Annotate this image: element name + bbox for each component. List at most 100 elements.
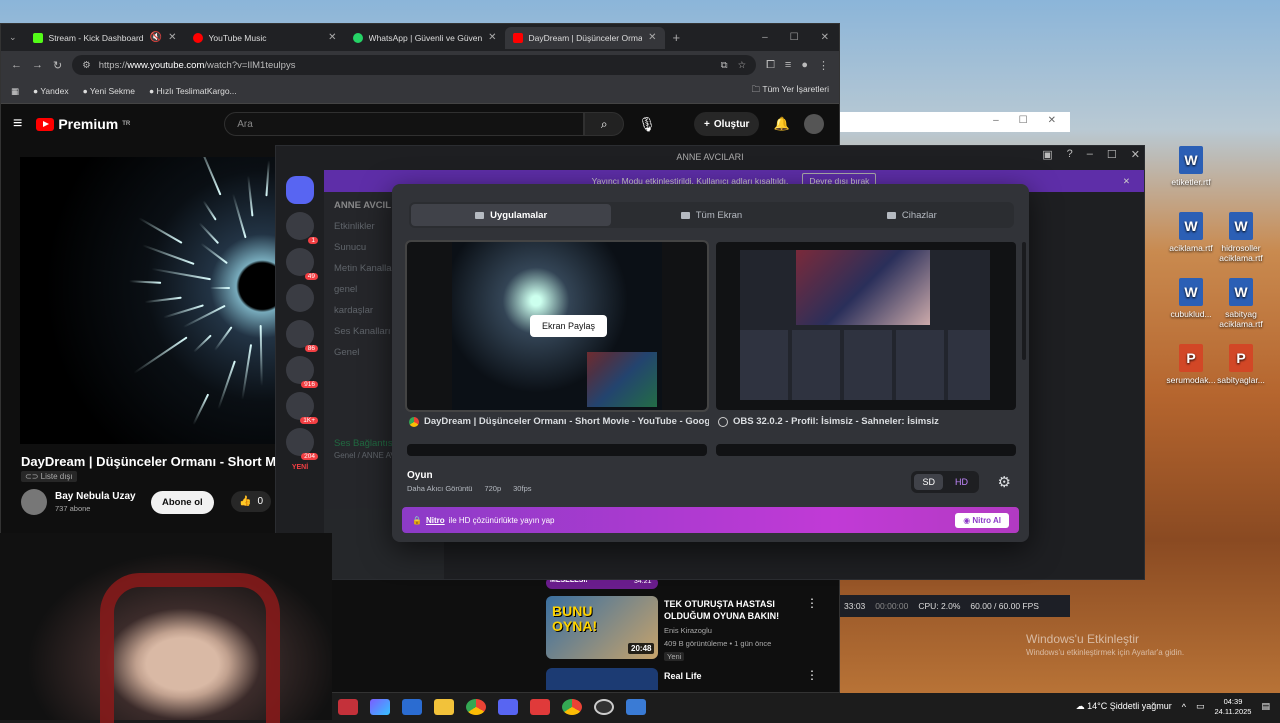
extensions-icon[interactable]: ⧠ — [766, 59, 775, 72]
chrome-icon[interactable] — [562, 698, 582, 715]
install-icon[interactable]: ⧉ — [721, 60, 728, 71]
tab-applications[interactable]: Uygulamalar — [411, 204, 612, 226]
all-bookmarks[interactable]: 🗀 Tüm Yer İşaretleri — [752, 84, 829, 98]
media-control-icon[interactable]: ≡ — [785, 59, 791, 71]
browser-tab[interactable]: Stream - Kick Dashboard 🔇 ✕ — [25, 27, 185, 49]
more-options-icon[interactable]: ⋮ — [806, 668, 818, 682]
file-explorer-icon[interactable] — [434, 698, 454, 715]
channel-name[interactable]: Bay Nebula Uzay — [55, 491, 136, 502]
window-thumbnail-chrome[interactable]: Ekran Paylaş — [405, 240, 709, 412]
server-icon[interactable]: 1 — [286, 212, 318, 244]
like-button[interactable]: 👍 0 — [231, 491, 272, 512]
server-icon[interactable]: 49 — [286, 248, 318, 280]
close-tab-icon[interactable]: ✕ — [328, 32, 336, 43]
server-icon[interactable]: 1K+ — [286, 392, 318, 424]
recommendation-title[interactable]: TEK OTURUŞTA HASTASI OLDUĞUM OYUNA BAKIN… — [664, 598, 804, 622]
hd-option[interactable]: HD — [947, 474, 976, 490]
close-tab-icon[interactable]: ✕ — [168, 32, 176, 43]
close-banner-icon[interactable]: ✕ — [1123, 176, 1130, 187]
desktop-file-icon[interactable]: Wetiketler.rtf — [1162, 146, 1220, 187]
browser-tab[interactable]: YouTube Music ✕ — [185, 27, 345, 49]
close-icon: ✕ — [1047, 115, 1056, 126]
bookmark-item[interactable]: ● Yeni Sekme — [83, 86, 135, 96]
search-input[interactable]: Ara — [224, 112, 585, 136]
menu-icon[interactable]: ⋮ — [818, 59, 829, 72]
recommendation-channel[interactable]: Enis Kirazoglu — [664, 626, 712, 635]
hamburger-menu-icon[interactable]: ≡ — [13, 115, 22, 133]
notifications-icon[interactable]: ▤ — [1261, 701, 1270, 712]
recommendation-title[interactable]: Real Life — [664, 670, 804, 682]
server-icon[interactable]: 916 — [286, 356, 318, 388]
site-info-icon[interactable]: ⚙ — [82, 60, 91, 71]
server-icon[interactable] — [286, 284, 314, 312]
window-thumbnail-obs[interactable] — [716, 242, 1016, 410]
share-screen-button[interactable]: Ekran Paylaş — [530, 315, 608, 337]
apps-icon[interactable]: ▦ — [11, 86, 19, 97]
more-options-icon[interactable]: ⋮ — [806, 596, 818, 610]
close-window-icon[interactable]: ✕ — [821, 32, 829, 43]
minimize-icon[interactable]: – — [1087, 148, 1093, 161]
close-icon[interactable]: ✕ — [1131, 148, 1140, 161]
mic-icon[interactable]: 🎙 — [638, 116, 656, 133]
youtube-premium-logo[interactable]: Premium TR — [36, 116, 130, 132]
weather-widget[interactable]: ☁ 14°C Şiddetli yağmur — [1076, 701, 1172, 712]
thumbnails-scrollbar[interactable] — [1022, 242, 1026, 360]
inbox-icon[interactable]: ▣ — [1042, 148, 1052, 161]
recommendation-item[interactable]: BUNU OYNA! 20:48 TEK OTURUŞTA HASTASI OL… — [546, 596, 836, 662]
browser-tab-active[interactable]: DayDream | Düşünceler Ormanı ✕ — [504, 26, 665, 49]
create-button[interactable]: + Oluştur — [694, 112, 760, 136]
tray-chevron-icon[interactable]: ^ — [1182, 702, 1186, 712]
discord-home-icon[interactable] — [286, 176, 314, 204]
tab-devices[interactable]: Cihazlar — [812, 204, 1012, 226]
copilot-icon[interactable] — [370, 698, 390, 715]
notifications-bell-icon[interactable]: 🔔 — [773, 116, 789, 132]
bookmark-star-icon[interactable]: ☆ — [738, 60, 747, 71]
nitro-link[interactable]: Nitro — [426, 516, 445, 525]
browser-tab[interactable]: WhatsApp | Güvenli ve Güvenilir ✕ — [345, 27, 505, 49]
close-tab-icon[interactable]: ✕ — [648, 32, 656, 43]
server-icon[interactable]: 86 — [286, 320, 318, 352]
reload-icon[interactable]: ↻ — [53, 59, 62, 72]
window-thumbnail-partial[interactable] — [716, 444, 1016, 456]
app-icon[interactable] — [338, 698, 358, 715]
account-avatar[interactable] — [803, 114, 824, 134]
desktop-file-icon[interactable]: Whidrosoller aciklama.rtf — [1212, 212, 1270, 263]
settings-gear-icon[interactable]: ⚙ — [998, 473, 1011, 491]
channel-info[interactable]: Bay Nebula Uzay 737 abone — [21, 489, 136, 515]
back-icon[interactable]: ← — [11, 59, 22, 71]
mail-icon[interactable] — [402, 698, 422, 715]
bookmark-item[interactable]: ● Hızlı TeslimatKargo... — [149, 86, 237, 96]
mute-icon[interactable]: 🔇 — [150, 32, 162, 43]
discord-icon[interactable] — [498, 698, 518, 715]
server-icon[interactable]: 204 — [286, 428, 318, 460]
tab-search-icon[interactable]: ⌄ — [9, 32, 17, 43]
recommendation-thumbnail[interactable] — [546, 668, 658, 690]
new-tab-icon[interactable]: + — [673, 30, 681, 45]
app-icon[interactable] — [626, 698, 646, 715]
channel-avatar[interactable] — [21, 489, 47, 515]
profile-avatar[interactable]: ● — [801, 59, 808, 71]
forward-icon[interactable]: → — [32, 59, 43, 71]
recommendation-item[interactable]: Real Life ⋮ — [546, 668, 836, 690]
desktop-file-icon[interactable]: Wsabityag aciklama.rtf — [1212, 278, 1270, 329]
search-button[interactable]: ⌕ — [584, 112, 625, 136]
obs-icon[interactable] — [594, 698, 614, 715]
maximize-icon[interactable]: ☐ — [1107, 148, 1117, 161]
url-field[interactable]: ⚙ https://www.youtube.com/watch?v=IlM1te… — [72, 55, 757, 75]
get-nitro-button[interactable]: ◉ Nitro Al — [955, 512, 1009, 528]
sd-option[interactable]: SD — [914, 474, 943, 490]
video-player[interactable] — [20, 157, 275, 444]
subscribe-button[interactable]: Abone ol — [151, 491, 214, 514]
help-icon[interactable]: ? — [1067, 148, 1073, 161]
close-tab-icon[interactable]: ✕ — [488, 32, 496, 43]
clock[interactable]: 04:39 24.11.2025 — [1215, 697, 1252, 717]
app-icon[interactable] — [530, 698, 550, 715]
tab-entire-screen[interactable]: Tüm Ekran — [611, 204, 811, 226]
chrome-icon[interactable] — [466, 698, 486, 715]
maximize-icon[interactable]: ☐ — [790, 32, 799, 43]
network-icon[interactable]: ▭ — [1196, 701, 1205, 712]
bookmark-item[interactable]: ● Yandex — [33, 86, 69, 96]
desktop-file-icon[interactable]: Psabityaglar... — [1212, 344, 1270, 385]
window-thumbnail-partial[interactable] — [407, 444, 707, 456]
minimize-icon[interactable]: – — [762, 32, 768, 43]
